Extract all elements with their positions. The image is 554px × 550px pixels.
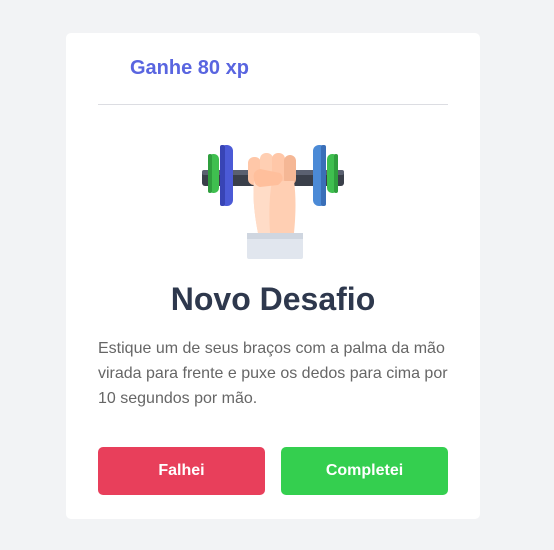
xp-reward-label: Ganhe 80 xp: [130, 57, 249, 79]
challenge-header: Ganhe 80 xp: [98, 33, 448, 105]
challenge-card: Ganhe 80 xp Novo Desafio Estique um de s…: [66, 33, 480, 519]
challenge-title: Novo Desafio: [170, 281, 376, 317]
failed-button[interactable]: Falhei: [98, 447, 265, 495]
challenge-description: Estique um de seus braços com a palma da…: [98, 340, 448, 407]
dumbbell-hand-icon: [202, 145, 344, 259]
completed-button[interactable]: Completei: [281, 447, 448, 495]
